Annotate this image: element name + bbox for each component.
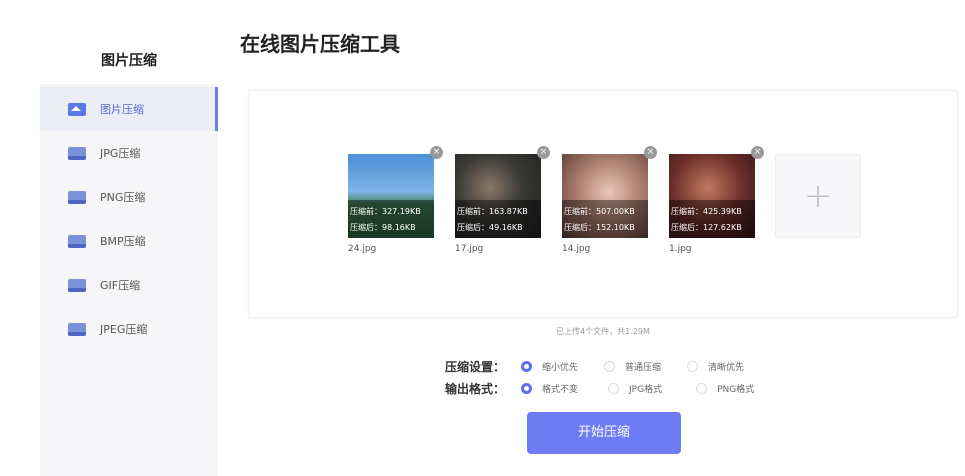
sidebar-header	[40, 0, 218, 84]
image-thumbnail: 压缩前：327.19KB 压缩后：98.16KB	[348, 154, 434, 238]
file-name: 17.jpg	[455, 244, 484, 254]
file-name: 24.jpg	[348, 244, 377, 254]
compression-option-clarity[interactable]: 清晰优先	[687, 360, 744, 373]
compression-setting-label: 压缩设置：	[445, 359, 506, 374]
remove-file-button[interactable]: ×	[430, 146, 443, 159]
size-before: 压缩前：425.39KB	[671, 207, 742, 216]
compression-info: 压缩前：327.19KB 压缩后：98.16KB	[348, 200, 434, 238]
output-format-label: 输出格式：	[445, 381, 506, 396]
size-after: 压缩后：49.16KB	[457, 223, 523, 232]
sidebar-item-png-compress[interactable]: PNG压缩	[40, 175, 218, 219]
sidebar-item-gif-compress[interactable]: GIF压缩	[40, 263, 218, 307]
start-compress-button[interactable]: 开始压缩	[527, 412, 681, 454]
compression-option-normal[interactable]: 普通压缩	[604, 360, 661, 373]
sidebar-item-bmp-compress[interactable]: BMP压缩	[40, 219, 218, 263]
image-icon	[68, 102, 86, 116]
jpeg-file-icon	[68, 322, 86, 336]
radio-checked-icon[interactable]	[521, 382, 532, 394]
radio-checked-icon[interactable]	[521, 360, 532, 372]
remove-file-button[interactable]: ×	[751, 146, 764, 159]
size-after: 压缩后：98.16KB	[350, 223, 416, 232]
image-thumbnail: 压缩前：425.39KB 压缩后：127.62KB	[669, 154, 755, 238]
compression-option-smallest[interactable]: 缩小优先	[521, 360, 578, 373]
sidebar-item-label: GIF压缩	[100, 279, 141, 292]
radio-icon[interactable]	[604, 360, 616, 372]
sidebar-item-label: JPEG压缩	[100, 323, 148, 336]
file-card: 压缩前：327.19KB 压缩后：98.16KB × 24.jpg	[348, 146, 443, 254]
sidebar-item-label: BMP压缩	[100, 235, 146, 248]
file-name: 1.jpg	[669, 244, 692, 254]
radio-icon[interactable]	[608, 382, 620, 394]
radio-icon[interactable]	[687, 360, 699, 372]
file-card: 压缩前：163.87KB 压缩后：49.16KB × 17.jpg	[455, 146, 550, 254]
compression-info: 压缩前：425.39KB 压缩后：127.62KB	[669, 200, 755, 238]
png-file-icon	[68, 190, 86, 204]
compression-setting-row: 压缩设置： 缩小优先 普通压缩 清晰优先	[445, 357, 744, 375]
size-before: 压缩前：327.19KB	[350, 207, 421, 216]
format-option-keep[interactable]: 格式不变	[521, 382, 578, 395]
remove-file-button[interactable]: ×	[537, 146, 550, 159]
size-before: 压缩前：507.00KB	[564, 207, 635, 216]
sidebar-item-label: JPG压缩	[100, 147, 141, 160]
sidebar-item-jpg-compress[interactable]: JPG压缩	[40, 131, 218, 175]
file-card: 压缩前：507.00KB 压缩后：152.10KB × 14.jpg	[562, 146, 657, 254]
sidebar-title: 图片压缩	[101, 53, 157, 69]
size-before: 压缩前：163.87KB	[457, 207, 528, 216]
size-after: 压缩后：152.10KB	[564, 223, 635, 232]
page-title: 在线图片压缩工具	[240, 32, 400, 56]
image-thumbnail: 压缩前：163.87KB 压缩后：49.16KB	[455, 154, 541, 238]
compression-info: 压缩前：163.87KB 压缩后：49.16KB	[455, 200, 541, 238]
jpg-file-icon	[68, 146, 86, 160]
sidebar: 图片压缩 图片压缩 JPG压缩 PNG压缩 BMP压缩 GIF压缩 JPEG压缩	[40, 0, 218, 476]
sidebar-item-label: PNG压缩	[100, 191, 146, 204]
compression-info: 压缩前：507.00KB 压缩后：152.10KB	[562, 200, 648, 238]
image-thumbnail: 压缩前：507.00KB 压缩后：152.10KB	[562, 154, 648, 238]
add-file-button[interactable]: +	[775, 154, 861, 238]
size-after: 压缩后：127.62KB	[671, 223, 742, 232]
file-name: 14.jpg	[562, 244, 591, 254]
sidebar-item-image-compress[interactable]: 图片压缩	[40, 87, 218, 131]
bmp-file-icon	[68, 234, 86, 248]
sidebar-item-jpeg-compress[interactable]: JPEG压缩	[40, 307, 218, 351]
gif-file-icon	[68, 278, 86, 292]
format-option-png[interactable]: PNG格式	[696, 382, 754, 395]
radio-icon[interactable]	[696, 382, 708, 394]
file-card: 压缩前：425.39KB 压缩后：127.62KB × 1.jpg	[669, 146, 764, 254]
format-option-jpg[interactable]: JPG格式	[608, 382, 662, 395]
upload-status: 已上传4个文件，共1.29M	[556, 327, 650, 336]
remove-file-button[interactable]: ×	[644, 146, 657, 159]
output-format-row: 输出格式： 格式不变 JPG格式 PNG格式	[445, 379, 754, 397]
sidebar-item-label: 图片压缩	[100, 103, 144, 116]
